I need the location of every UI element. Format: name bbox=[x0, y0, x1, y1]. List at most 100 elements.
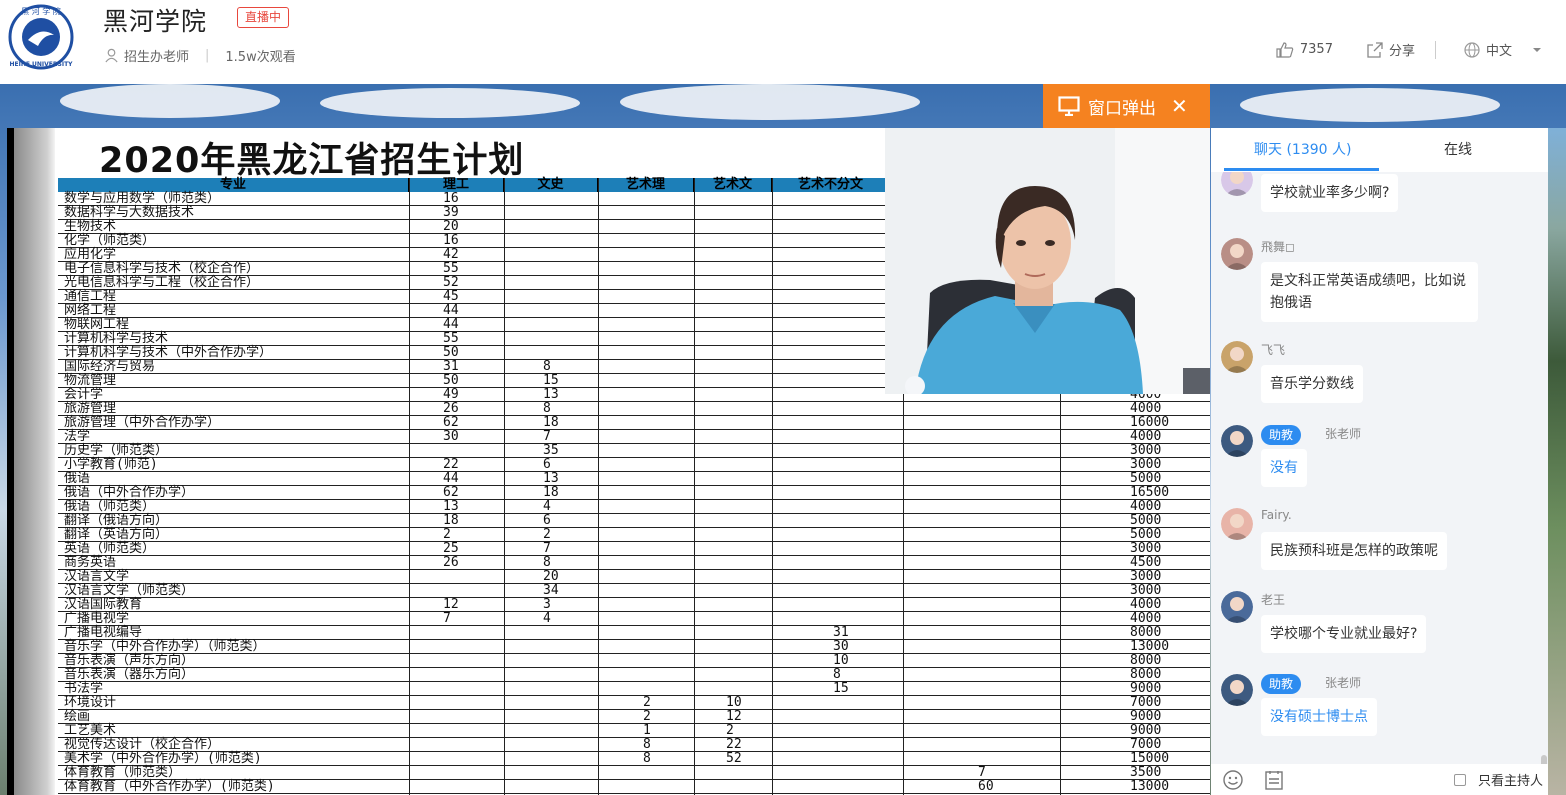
quota-cell: 16 bbox=[443, 191, 459, 206]
header-bar: 黑 河 学 院 HEIHE UNIVERSITY 黑河学院 直播中 招生办老师 … bbox=[0, 0, 1566, 84]
notes-icon[interactable] bbox=[1263, 769, 1285, 791]
sky-cloud bbox=[620, 84, 920, 120]
table-row: 体育教育（师范类） 7 3500 bbox=[58, 766, 1210, 780]
avatar[interactable] bbox=[1221, 591, 1253, 623]
university-logo: 黑 河 学 院 HEIHE UNIVERSITY bbox=[8, 4, 74, 70]
emoji-icon[interactable] bbox=[1222, 769, 1244, 791]
quota-cell: 12 bbox=[726, 709, 742, 724]
quota-cell: 7 bbox=[978, 765, 986, 780]
avatar[interactable] bbox=[1221, 425, 1253, 457]
table-row: 音乐学（中外合作办学）（师范类） 30 13000 bbox=[58, 640, 1210, 654]
quota-cell: 4000 bbox=[1130, 499, 1162, 514]
chat-bubble: 是文科正常英语成绩吧，比如说抱俄语 bbox=[1261, 262, 1478, 322]
major-name-cell: 汉语言文学 bbox=[64, 569, 130, 584]
table-row: 翻译（俄语方向） 18 6 5000 bbox=[58, 514, 1210, 528]
quota-cell: 7 bbox=[543, 429, 551, 444]
chat-username: 张老师 bbox=[1325, 427, 1362, 441]
quota-cell: 50 bbox=[443, 345, 459, 360]
quota-cell: 7000 bbox=[1130, 695, 1162, 710]
quota-cell: 10 bbox=[833, 653, 849, 668]
close-icon[interactable]: ✕ bbox=[1171, 94, 1188, 118]
avatar[interactable] bbox=[1221, 341, 1253, 373]
message-list: 学校就业率多少啊? 飛舞◻ 是文科正常英语成绩吧，比如说抱俄语 飞飞 音乐学分数线 助教张… bbox=[1211, 172, 1548, 764]
major-name-cell: 音乐表演（器乐方向） bbox=[64, 667, 195, 682]
quota-cell: 9000 bbox=[1130, 709, 1162, 724]
major-name-cell: 视觉传达设计（校企合作） bbox=[64, 737, 221, 752]
major-name-cell: 翻译（俄语方向） bbox=[64, 513, 169, 528]
quota-cell: 39 bbox=[443, 205, 459, 220]
table-row: 汉语言文学 20 3000 bbox=[58, 570, 1210, 584]
table-row: 工艺美术 1 2 9000 bbox=[58, 724, 1210, 738]
tab-chat[interactable]: 聊天 (1390 人) bbox=[1254, 139, 1351, 159]
major-name-cell: 英语（师范类） bbox=[64, 541, 156, 556]
channel-title: 黑河学院 bbox=[103, 7, 208, 36]
avatar[interactable] bbox=[1221, 172, 1253, 196]
major-name-cell: 法学 bbox=[64, 429, 91, 444]
quota-cell: 35 bbox=[543, 443, 559, 458]
quota-cell: 6 bbox=[543, 513, 551, 528]
quota-cell: 8 bbox=[833, 667, 841, 682]
table-row: 商务英语 26 8 4500 bbox=[58, 556, 1210, 570]
quota-cell: 4 bbox=[543, 611, 551, 626]
quota-cell: 3000 bbox=[1130, 443, 1162, 458]
avatar[interactable] bbox=[1221, 238, 1253, 270]
quota-cell: 31 bbox=[443, 359, 459, 374]
table-row: 英语（师范类） 25 7 3000 bbox=[58, 542, 1210, 556]
popout-window-button[interactable]: 窗口弹出 ✕ bbox=[1043, 84, 1210, 128]
quota-cell: 3000 bbox=[1130, 583, 1162, 598]
share-button[interactable]: 分享 bbox=[1367, 40, 1415, 59]
share-icon bbox=[1367, 41, 1383, 58]
quota-cell: 9000 bbox=[1130, 681, 1162, 696]
avatar[interactable] bbox=[1221, 674, 1253, 706]
major-name-cell: 音乐表演（声乐方向） bbox=[64, 653, 195, 668]
tab-online[interactable]: 在线 bbox=[1444, 139, 1472, 159]
divider bbox=[1434, 40, 1436, 59]
quota-cell: 8 bbox=[543, 359, 551, 374]
major-name-cell: 应用化学 bbox=[64, 247, 117, 262]
major-name-cell: 体育教育（中外合作办学）(师范类) bbox=[64, 779, 275, 794]
chat-bubble: 没有硕士博士点 bbox=[1261, 698, 1377, 736]
quota-cell: 22 bbox=[443, 457, 459, 472]
major-name-cell: 俄语（中外合作办学） bbox=[64, 485, 195, 500]
background-strip bbox=[1548, 128, 1566, 795]
quota-cell: 13 bbox=[543, 471, 559, 486]
quota-cell: 31 bbox=[833, 625, 849, 640]
quota-cell: 26 bbox=[443, 555, 459, 570]
column-header: 专业 bbox=[58, 178, 409, 192]
column-header: 文史 bbox=[504, 178, 598, 192]
major-name-cell: 物联网工程 bbox=[64, 317, 130, 332]
grid-line bbox=[504, 178, 505, 795]
major-name-cell: 会计学 bbox=[64, 387, 104, 402]
table-row: 翻译（英语方向） 2 2 5000 bbox=[58, 528, 1210, 542]
scrollbar[interactable] bbox=[1540, 172, 1548, 795]
major-name-cell: 电子信息科学与技术（校企合作） bbox=[64, 261, 260, 276]
avatar[interactable] bbox=[1221, 508, 1253, 540]
quota-cell: 5000 bbox=[1130, 471, 1162, 486]
quota-cell: 60 bbox=[978, 779, 994, 794]
like-button[interactable]: 7357 bbox=[1276, 41, 1333, 58]
divider: | bbox=[205, 48, 210, 63]
view-count: 1.5w次观看 bbox=[225, 50, 296, 65]
quota-cell: 16500 bbox=[1130, 485, 1170, 500]
language-select[interactable]: 中文 bbox=[1464, 40, 1548, 59]
active-tab-indicator bbox=[1224, 168, 1379, 171]
quota-cell: 10 bbox=[726, 695, 742, 710]
table-row: 音乐表演（器乐方向） 8 8000 bbox=[58, 668, 1210, 682]
chat-username: 飞飞 bbox=[1261, 343, 1286, 357]
globe-icon bbox=[1464, 41, 1480, 58]
only-host-toggle[interactable]: 只看主持人 bbox=[1453, 770, 1543, 789]
major-name-cell: 小学教育(师范) bbox=[64, 457, 158, 472]
major-name-cell: 商务英语 bbox=[64, 555, 117, 570]
quota-cell: 6 bbox=[543, 457, 551, 472]
presenter-video-frame bbox=[885, 128, 1210, 394]
checkbox[interactable] bbox=[1453, 773, 1466, 786]
major-name-cell: 书法学 bbox=[64, 681, 104, 696]
column-header: 艺术文 bbox=[694, 178, 772, 192]
quota-cell: 3000 bbox=[1130, 457, 1162, 472]
major-name-cell: 通信工程 bbox=[64, 289, 117, 304]
table-row: 环境设计 2 10 7000 bbox=[58, 696, 1210, 710]
camera-video[interactable] bbox=[885, 128, 1210, 394]
major-name-cell: 美术学（中外合作办学）(师范类) bbox=[64, 751, 262, 766]
svg-text:黑 河 学 院: 黑 河 学 院 bbox=[21, 6, 61, 16]
major-name-cell: 历史学（师范类） bbox=[64, 443, 169, 458]
